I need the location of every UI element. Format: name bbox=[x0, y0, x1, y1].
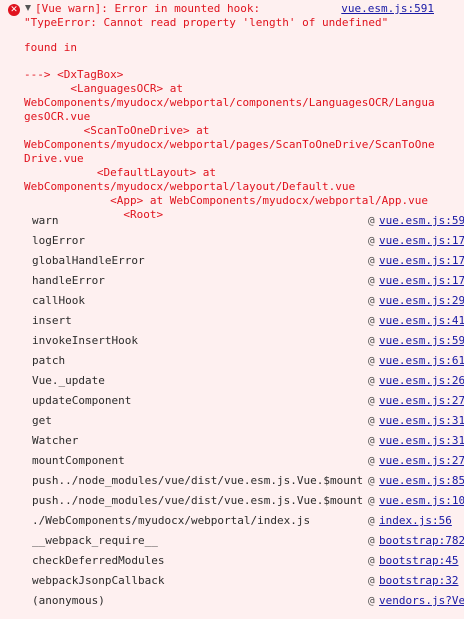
stack-frame-source-link[interactable]: vue.esm.js:10 bbox=[379, 494, 464, 507]
stack-frame-source-link[interactable]: vue.esm.js:29 bbox=[379, 294, 464, 307]
stack-frame-at-symbol: @ bbox=[368, 214, 375, 227]
stack-frame-function: Watcher bbox=[32, 434, 79, 447]
stack-frame-at-symbol: @ bbox=[368, 474, 375, 487]
stack-frame: get @ vue.esm.js:31 bbox=[0, 411, 464, 431]
stack-frame-source-link[interactable]: vue.esm.js:27 bbox=[379, 454, 464, 467]
stack-frame-source-link[interactable]: vue.esm.js:31 bbox=[379, 414, 464, 427]
stack-frame-source-link[interactable]: vue.esm.js:61 bbox=[379, 354, 464, 367]
expand-triangle-icon[interactable] bbox=[25, 5, 31, 11]
stack-frame-at-symbol: @ bbox=[368, 334, 375, 347]
stack-frame-source-link[interactable]: index.js:56 bbox=[379, 514, 464, 527]
stack-frame-source-link[interactable]: vue.esm.js:17 bbox=[379, 254, 464, 267]
stack-frame-function: callHook bbox=[32, 294, 85, 307]
stack-frame-source-link[interactable]: vue.esm.js:31 bbox=[379, 434, 464, 447]
stack-frame-at-symbol: @ bbox=[368, 234, 375, 247]
component-trace-line: gesOCR.vue bbox=[24, 110, 91, 123]
stack-frame: Watcher @ vue.esm.js:31 bbox=[0, 431, 464, 451]
error-icon: ✕ bbox=[8, 4, 20, 16]
stack-frame: updateComponent @ vue.esm.js:27 bbox=[0, 391, 464, 411]
stack-frame-function: webpackJsonpCallback bbox=[32, 574, 165, 587]
stack-frame-source-link[interactable]: bootstrap:32 bbox=[379, 574, 464, 587]
stack-frame: patch @ vue.esm.js:61 bbox=[0, 351, 464, 371]
stack-trace: warn @ vue.esm.js:59 logError @ vue.esm.js:17… bbox=[0, 211, 464, 611]
stack-frame-function: warn bbox=[32, 214, 59, 227]
stack-frame-at-symbol: @ bbox=[368, 314, 375, 327]
stack-frame-at-symbol: @ bbox=[368, 494, 375, 507]
stack-frame: logError @ vue.esm.js:17 bbox=[0, 231, 464, 251]
stack-frame-at-symbol: @ bbox=[368, 514, 375, 527]
stack-frame-at-symbol: @ bbox=[368, 454, 375, 467]
stack-frame: handleError @ vue.esm.js:17 bbox=[0, 271, 464, 291]
component-trace-line: WebComponents/myudocx/webportal/layout/D… bbox=[24, 180, 356, 193]
stack-frame-function: updateComponent bbox=[32, 394, 132, 407]
stack-frame-function: __webpack_require__ bbox=[32, 534, 158, 547]
stack-frame-at-symbol: @ bbox=[368, 574, 375, 587]
stack-frame: push../node_modules/vue/dist/vue.esm.js.… bbox=[0, 471, 464, 491]
stack-frame-function: logError bbox=[32, 234, 85, 247]
stack-frame-source-link[interactable]: vue.esm.js:17 bbox=[379, 234, 464, 247]
stack-frame-source-link[interactable]: vendors.js?Ve bbox=[379, 594, 464, 607]
component-trace-line: Drive.vue bbox=[24, 152, 84, 165]
stack-frame-at-symbol: @ bbox=[368, 394, 375, 407]
stack-frame: globalHandleError @ vue.esm.js:17 bbox=[0, 251, 464, 271]
stack-frame-at-symbol: @ bbox=[368, 594, 375, 607]
stack-frame-source-link[interactable]: vue.esm.js:41 bbox=[379, 314, 464, 327]
stack-frame-at-symbol: @ bbox=[368, 434, 375, 447]
stack-frame-source-link[interactable]: vue.esm.js:26 bbox=[379, 374, 464, 387]
stack-frame-function: checkDeferredModules bbox=[32, 554, 165, 567]
stack-frame-function: invokeInsertHook bbox=[32, 334, 138, 347]
stack-frame-at-symbol: @ bbox=[368, 554, 375, 567]
component-trace-line: WebComponents/myudocx/webportal/pages/Sc… bbox=[24, 138, 435, 151]
stack-frame-source-link[interactable]: vue.esm.js:85 bbox=[379, 474, 464, 487]
stack-frame-at-symbol: @ bbox=[368, 534, 375, 547]
stack-frame-function: insert bbox=[32, 314, 72, 327]
error-message-header: ✕ [Vue warn]: Error in mounted hook: vue… bbox=[0, 0, 464, 32]
stack-frame-source-link[interactable]: vue.esm.js:27 bbox=[379, 394, 464, 407]
component-trace-line: <ScanToOneDrive> at bbox=[24, 124, 210, 137]
component-trace: ---> <DxTagBox> <LanguagesOCR> at WebComp… bbox=[24, 68, 435, 222]
stack-frame-source-link[interactable]: vue.esm.js:59 bbox=[379, 214, 464, 227]
found-in-label: found in bbox=[24, 41, 77, 54]
stack-frame-function: globalHandleError bbox=[32, 254, 145, 267]
stack-frame-at-symbol: @ bbox=[368, 374, 375, 387]
component-trace-line: <LanguagesOCR> at bbox=[24, 82, 183, 95]
stack-frame-source-link[interactable]: bootstrap:782 bbox=[379, 534, 464, 547]
stack-frame: warn @ vue.esm.js:59 bbox=[0, 211, 464, 231]
stack-frame: checkDeferredModules @ bootstrap:45 bbox=[0, 551, 464, 571]
stack-frame: (anonymous) @ vendors.js?Ve bbox=[0, 591, 464, 611]
component-trace-line: <DefaultLayout> at bbox=[24, 166, 217, 179]
error-message-detail: "TypeError: Cannot read property 'length… bbox=[24, 16, 389, 29]
stack-frame-function: handleError bbox=[32, 274, 105, 287]
stack-frame-at-symbol: @ bbox=[368, 414, 375, 427]
component-trace-line: <App> at WebComponents/myudocx/webportal… bbox=[24, 194, 428, 207]
stack-frame-function: ./WebComponents/myudocx/webportal/index.… bbox=[32, 514, 311, 527]
stack-frame-source-link[interactable]: vue.esm.js:59 bbox=[379, 334, 464, 347]
stack-frame-function: push../node_modules/vue/dist/vue.esm.js.… bbox=[32, 494, 364, 507]
stack-frame: __webpack_require__ @ bootstrap:782 bbox=[0, 531, 464, 551]
stack-frame: ./WebComponents/myudocx/webportal/index.… bbox=[0, 511, 464, 531]
error-source-link[interactable]: vue.esm.js:591 bbox=[341, 2, 434, 15]
stack-frame-function: mountComponent bbox=[32, 454, 125, 467]
stack-frame: push../node_modules/vue/dist/vue.esm.js.… bbox=[0, 491, 464, 511]
component-trace-line: ---> <DxTagBox> bbox=[24, 68, 124, 81]
stack-frame-function: Vue._update bbox=[32, 374, 105, 387]
stack-frame-at-symbol: @ bbox=[368, 254, 375, 267]
stack-frame-function: get bbox=[32, 414, 52, 427]
stack-frame: Vue._update @ vue.esm.js:26 bbox=[0, 371, 464, 391]
stack-frame: callHook @ vue.esm.js:29 bbox=[0, 291, 464, 311]
stack-frame: insert @ vue.esm.js:41 bbox=[0, 311, 464, 331]
stack-frame-at-symbol: @ bbox=[368, 274, 375, 287]
stack-frame-function: patch bbox=[32, 354, 66, 367]
stack-frame: webpackJsonpCallback @ bootstrap:32 bbox=[0, 571, 464, 591]
error-message-title: [Vue warn]: Error in mounted hook: bbox=[35, 2, 261, 15]
stack-frame-function: push../node_modules/vue/dist/vue.esm.js.… bbox=[32, 474, 364, 487]
stack-frame-at-symbol: @ bbox=[368, 354, 375, 367]
stack-frame-source-link[interactable]: bootstrap:45 bbox=[379, 554, 464, 567]
component-trace-line: WebComponents/myudocx/webportal/componen… bbox=[24, 96, 435, 109]
stack-frame: invokeInsertHook @ vue.esm.js:59 bbox=[0, 331, 464, 351]
stack-frame-function: (anonymous) bbox=[32, 594, 105, 607]
stack-frame-source-link[interactable]: vue.esm.js:17 bbox=[379, 274, 464, 287]
stack-frame: mountComponent @ vue.esm.js:27 bbox=[0, 451, 464, 471]
stack-frame-at-symbol: @ bbox=[368, 294, 375, 307]
